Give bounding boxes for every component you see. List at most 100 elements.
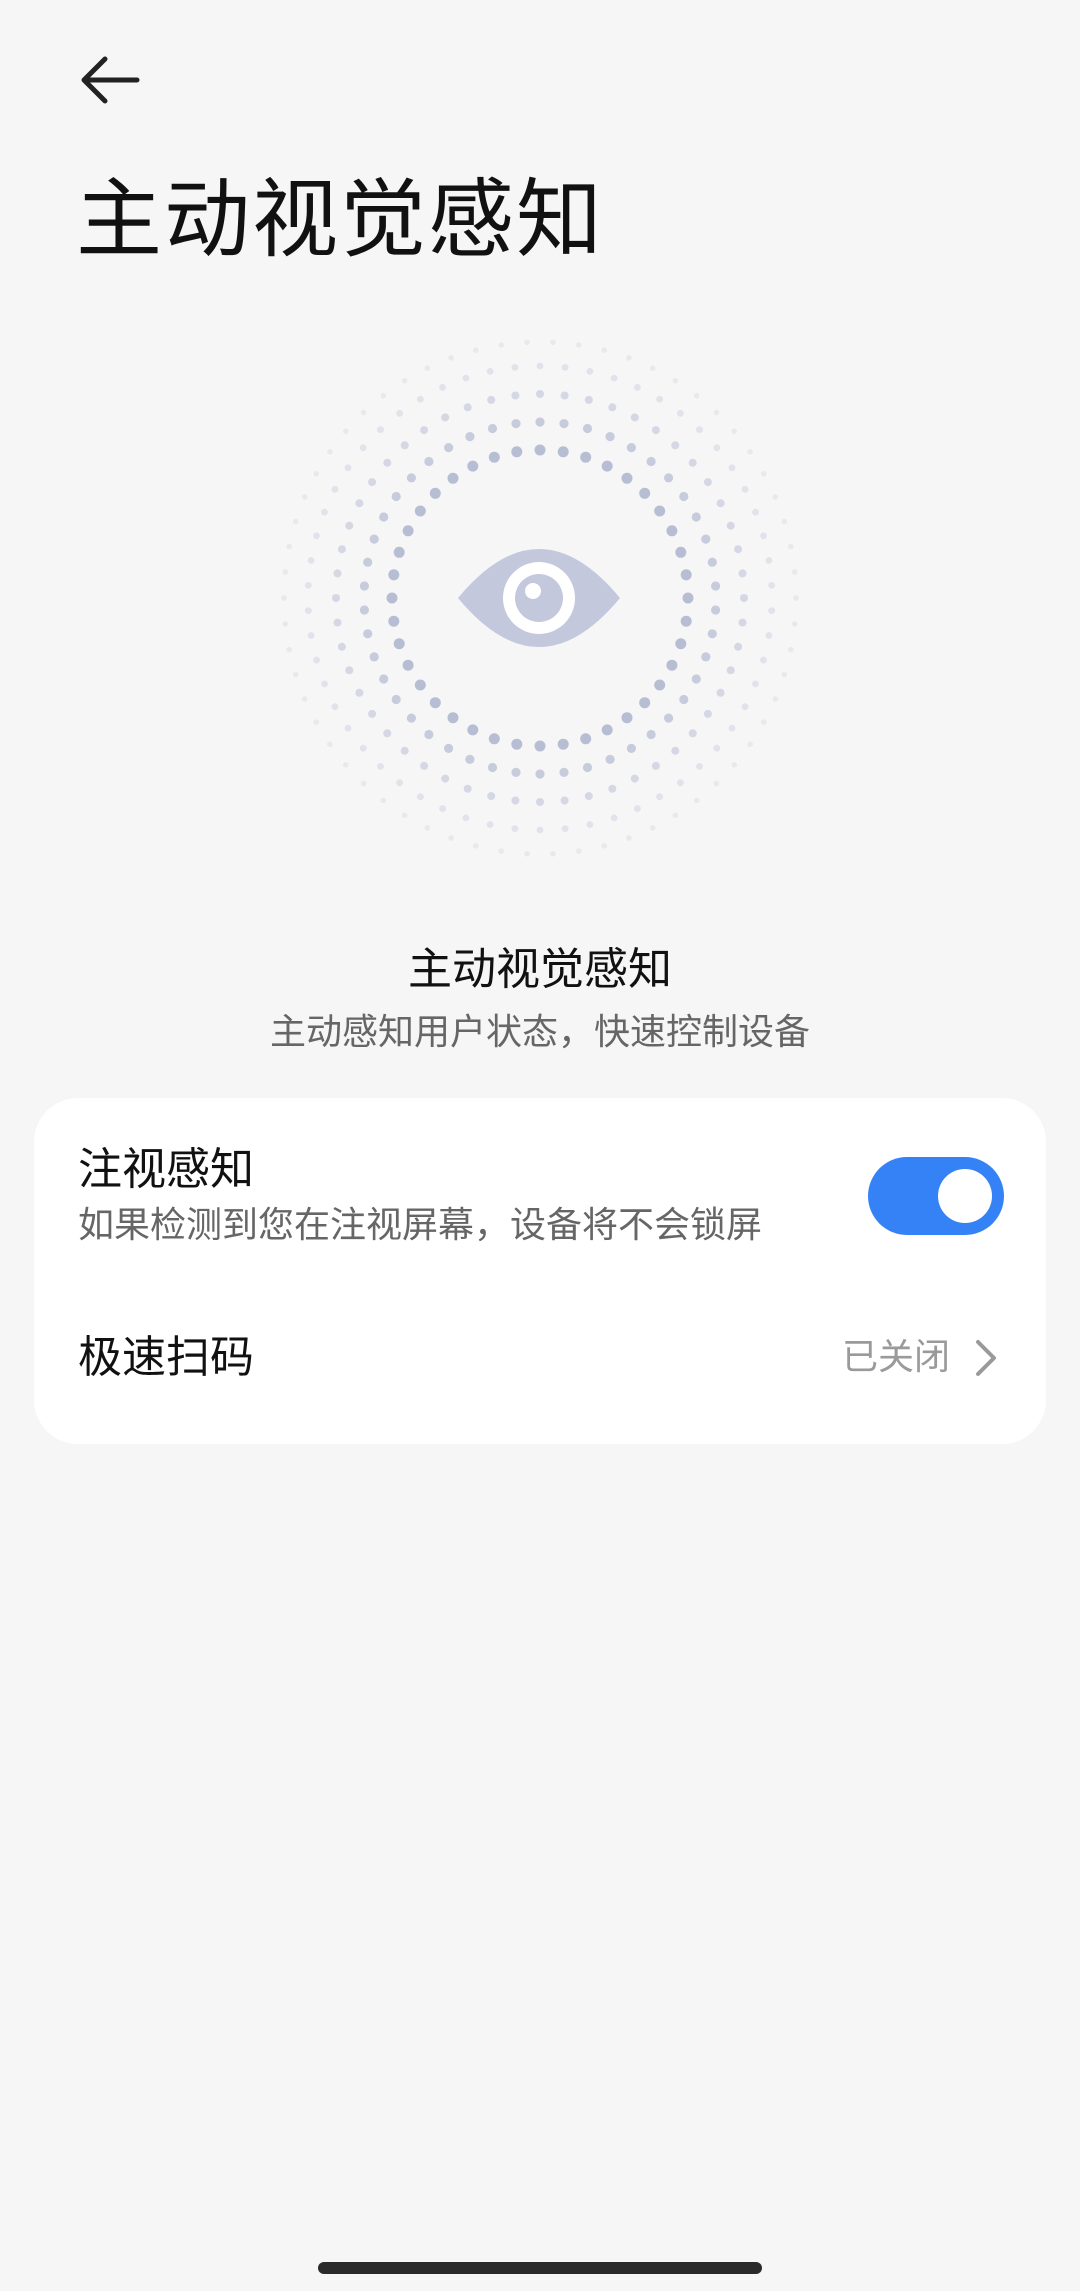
ring-dot [559, 419, 569, 429]
ring-dot [707, 629, 717, 639]
ring-dot [391, 491, 401, 502]
ring-dot [360, 780, 367, 787]
ring-dot [738, 618, 747, 627]
ring-dot [473, 843, 479, 849]
ring-dot [666, 525, 678, 537]
ring-dot [282, 621, 289, 627]
ring-dot [688, 729, 697, 738]
ring-dot [781, 671, 788, 678]
ring-dot [760, 532, 767, 540]
ring-dot [486, 368, 494, 375]
ring-dot [333, 618, 342, 627]
ring-dot [752, 680, 759, 688]
ring-dot [765, 557, 773, 564]
ring-dot [383, 458, 392, 467]
ring-dot [601, 460, 613, 472]
ring-dot [726, 666, 735, 675]
ring-dot [396, 409, 403, 417]
ring-dot [535, 769, 545, 779]
gaze-detection-toggle[interactable] [868, 1157, 1004, 1235]
ring-dot [550, 850, 556, 857]
ring-dot [713, 409, 720, 416]
ring-dot [379, 674, 389, 684]
ring-dot [707, 557, 717, 567]
ring-dot [307, 632, 315, 639]
ring-dot [369, 534, 379, 544]
ring-dot [463, 403, 472, 412]
ring-dot [420, 761, 429, 770]
ring-dot [369, 652, 379, 662]
ring-dot [345, 666, 354, 675]
ring-dot [584, 792, 593, 801]
ring-dot [379, 512, 389, 522]
ring-dot [561, 364, 569, 371]
ring-dot [414, 505, 426, 517]
ring-dot [391, 694, 401, 705]
ring-dot [511, 364, 519, 371]
eye-icon [458, 549, 620, 647]
ring-dot [630, 413, 639, 422]
page-title: 主动视觉感知 [76, 170, 604, 270]
ring-dot [649, 365, 656, 371]
ring-dot [307, 557, 315, 564]
hero-illustration [280, 340, 800, 860]
ring-dot [343, 762, 349, 768]
ring-dot [734, 642, 743, 651]
ring-dot [701, 534, 711, 544]
ring-dot [713, 780, 720, 787]
ring-dot [359, 744, 367, 752]
ring-dot [679, 694, 689, 705]
ring-dot [473, 347, 479, 353]
ring-dot [286, 543, 292, 550]
ring-dot [444, 443, 454, 453]
ring-dot [331, 485, 339, 493]
ring-dot [580, 451, 592, 463]
ring-dot [536, 798, 544, 806]
ring-dot [788, 543, 794, 550]
ring-dot [696, 426, 703, 433]
ring-dot [666, 659, 678, 671]
ring-dot [576, 848, 582, 854]
ring-dot [691, 674, 701, 684]
ring-dot [760, 656, 767, 664]
ring-dot [439, 384, 446, 391]
ring-dot [424, 729, 434, 740]
ring-dot [765, 632, 773, 639]
ring-dot [671, 746, 680, 755]
ring-dot [601, 843, 607, 849]
ring-dot [447, 712, 459, 724]
ring-dot [675, 546, 687, 558]
ring-dot [740, 594, 748, 602]
ring-dot [608, 403, 617, 412]
ring-dot [377, 763, 384, 770]
ring-dot [447, 472, 459, 484]
quick-scan-row[interactable]: 极速扫码 已关闭 [34, 1278, 1046, 1444]
ring-dot [511, 767, 521, 777]
ring-dot [741, 703, 749, 711]
ring-dot [337, 642, 346, 651]
ring-dot [654, 505, 666, 517]
ring-dot [654, 679, 666, 691]
ring-dot [711, 605, 721, 615]
ring-dot [383, 729, 392, 738]
settings-page: 主动视觉感知 主动视觉感知 主动感知用户状态，快速控制设备 注视感知 如果检测到… [0, 0, 1080, 2291]
feature-subtitle: 主动感知用户状态，快速控制设备 [269, 1012, 810, 1053]
back-button[interactable] [60, 30, 160, 130]
ring-dot [761, 719, 767, 725]
ring-dot [671, 441, 680, 450]
ring-dot [487, 395, 496, 404]
ring-dot [605, 754, 615, 764]
ring-dot [402, 659, 414, 671]
ring-dot [536, 826, 544, 834]
ring-dot [368, 478, 377, 487]
home-indicator[interactable] [318, 2262, 762, 2274]
ring-dot [656, 395, 663, 403]
ring-dot [380, 392, 387, 399]
ring-dot [292, 518, 299, 525]
ring-dot [634, 384, 641, 391]
ring-dot [752, 508, 759, 516]
ring-dot [424, 825, 431, 831]
ring-dot [467, 724, 479, 736]
gaze-detection-row[interactable]: 注视感知 如果检测到您在注视屏幕，设备将不会锁屏 [34, 1098, 1046, 1278]
ring-dot [281, 595, 287, 601]
